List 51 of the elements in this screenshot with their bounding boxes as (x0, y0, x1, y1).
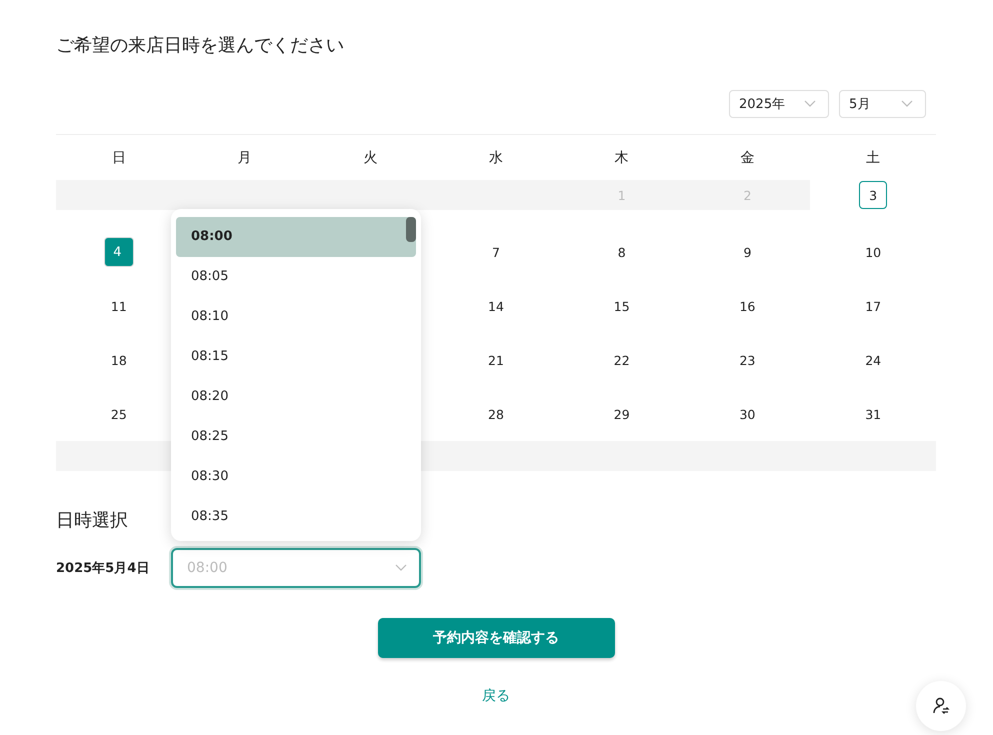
calendar-day[interactable]: 7 (482, 238, 510, 266)
calendar-day[interactable]: 14 (482, 292, 510, 320)
calendar-day[interactable]: 8 (608, 238, 636, 266)
calendar-day[interactable]: 29 (608, 400, 636, 428)
calendar-day[interactable]: 15 (608, 292, 636, 320)
weekday-label: 火 (363, 148, 378, 168)
time-option[interactable]: 08:05 (176, 257, 416, 297)
month-select[interactable]: 5月 (839, 90, 926, 118)
weekday-label: 土 (866, 148, 880, 168)
weekday-label: 月 (238, 148, 252, 168)
calendar-day[interactable]: 9 (733, 238, 762, 266)
calendar-day[interactable]: 16 (733, 292, 762, 320)
user-switch-icon (932, 697, 950, 715)
back-link[interactable]: 戻る (482, 686, 510, 706)
account-switch-button[interactable] (916, 681, 966, 731)
calendar-day[interactable]: 18 (104, 346, 133, 374)
page-title: ご希望の来店日時を選んでください (56, 34, 345, 58)
time-option[interactable]: 08:35 (176, 497, 416, 537)
calendar-day: 1 (608, 181, 636, 209)
calendar-day[interactable]: 31 (859, 400, 888, 428)
chevron-down-icon (395, 564, 407, 572)
chevron-down-icon (901, 100, 913, 108)
calendar-day[interactable]: 3 (859, 181, 888, 209)
weekday-label: 水 (488, 148, 503, 168)
time-option[interactable]: 08:30 (176, 457, 416, 497)
calendar-day[interactable]: 4 (104, 237, 134, 267)
scrollbar-thumb[interactable] (406, 217, 416, 242)
calendar-day[interactable]: 10 (859, 238, 888, 266)
weekday-label: 日 (112, 148, 126, 168)
time-option[interactable]: 08:00 (176, 217, 416, 257)
date-label: 2025年5月4日 (56, 560, 150, 577)
calendar-day[interactable]: 30 (733, 400, 762, 428)
time-option[interactable]: 08:20 (176, 377, 416, 417)
calendar-day[interactable]: 22 (608, 346, 636, 374)
confirm-button[interactable]: 予約内容を確認する (378, 618, 614, 658)
chevron-down-icon (804, 100, 816, 108)
calendar-day[interactable]: 23 (733, 346, 762, 374)
year-select[interactable]: 2025年 (729, 90, 829, 118)
time-option[interactable]: 08:25 (176, 417, 416, 457)
time-option[interactable]: 08:10 (176, 297, 416, 337)
calendar-day[interactable]: 24 (859, 346, 888, 374)
weekday-label: 木 (614, 148, 629, 168)
time-option[interactable]: 08:15 (176, 337, 416, 377)
calendar-day[interactable]: 25 (104, 400, 133, 428)
calendar-day[interactable]: 17 (859, 292, 888, 320)
calendar-day[interactable]: 21 (482, 346, 510, 374)
calendar-day: 2 (733, 181, 762, 209)
section-title: 日時選択 (56, 509, 128, 533)
calendar-day[interactable]: 28 (482, 400, 510, 428)
calendar-day[interactable]: 11 (104, 292, 133, 320)
weekday-label: 金 (740, 148, 754, 168)
